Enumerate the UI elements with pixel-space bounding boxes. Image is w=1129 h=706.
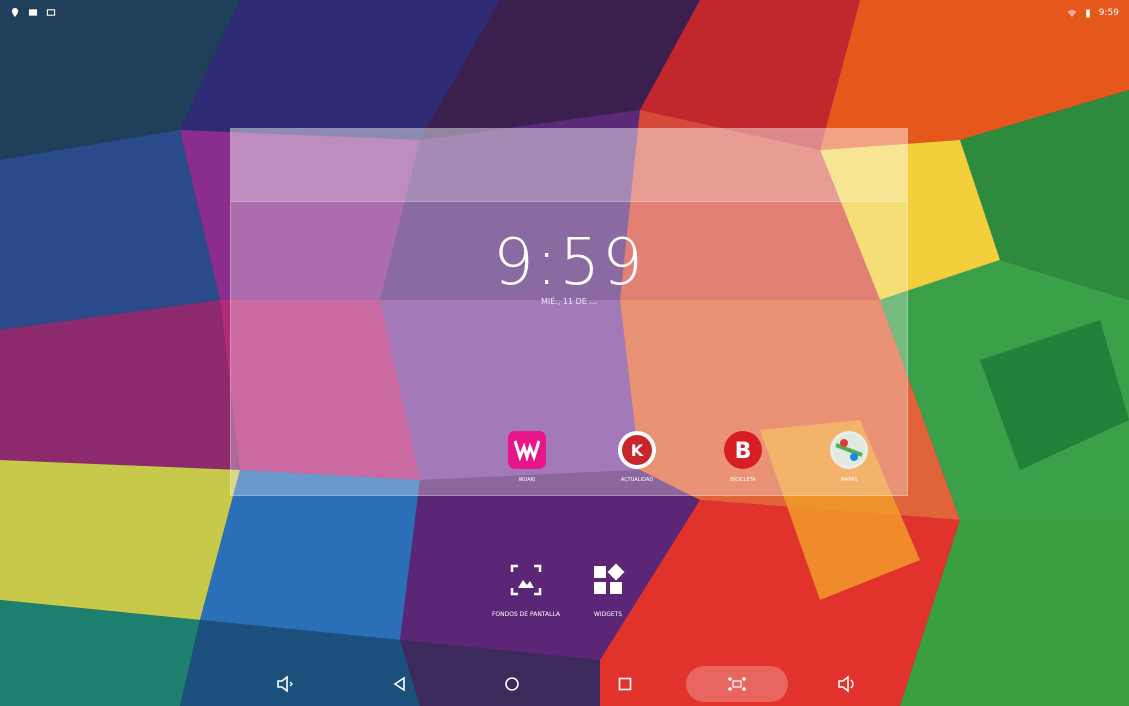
svg-text:B: B: [735, 439, 752, 464]
navigation-bar: [0, 662, 1129, 706]
kiosko-icon: K: [618, 431, 656, 469]
volume-down-icon[interactable]: [272, 672, 300, 696]
wuaki-icon: [508, 431, 546, 469]
app-label: WUAKI: [518, 477, 536, 483]
clock-time: 9:59: [493, 226, 645, 300]
wallpapers-option[interactable]: FONDOS DE PANTALLA: [486, 560, 566, 619]
app-bicicleta[interactable]: B BICICLETA: [697, 431, 789, 483]
app-label: ACTUALIDAD: [620, 477, 654, 483]
app-wuaki[interactable]: WUAKI: [481, 431, 573, 483]
widgets-icon: [594, 563, 625, 594]
maps-icon: [830, 431, 868, 469]
back-icon[interactable]: [386, 672, 414, 696]
wifi-icon: [1067, 9, 1077, 17]
wallpaper-icon: [510, 564, 542, 596]
wallpapers-label: FONDOS DE PANTALLA: [491, 611, 561, 618]
status-time: 9:59: [1098, 8, 1119, 18]
app-label: BICICLETA: [730, 477, 756, 483]
home-icon[interactable]: [498, 672, 526, 696]
widgets-label: WIDGETS: [593, 611, 623, 618]
svg-text:K: K: [631, 441, 644, 460]
widgets-option[interactable]: WIDGETS: [568, 560, 648, 619]
location-icon: [11, 8, 19, 17]
search-bar-area[interactable]: [231, 129, 907, 202]
home-screen-preview[interactable]: 9:59 MIÉ., 11 DE ... WUAKI K ACTUALIDAD …: [230, 128, 908, 496]
app-actualidad[interactable]: K ACTUALIDAD: [591, 431, 683, 483]
screenshot-icon[interactable]: [723, 672, 751, 696]
status-left: [10, 8, 56, 17]
volume-up-icon[interactable]: [834, 672, 862, 696]
b-icon: B: [724, 431, 762, 469]
image-icon: [28, 9, 38, 16]
app-mapas[interactable]: MAPAS: [803, 431, 895, 483]
app-label: MAPAS: [840, 477, 858, 483]
status-right: 9:59: [1067, 8, 1119, 18]
battery-icon: [1085, 8, 1090, 18]
screen-icon: [46, 9, 56, 16]
status-bar: 9:59: [0, 0, 1129, 24]
clock-date: MIÉ., 11 DE ...: [540, 297, 598, 306]
recents-icon[interactable]: [611, 672, 639, 696]
